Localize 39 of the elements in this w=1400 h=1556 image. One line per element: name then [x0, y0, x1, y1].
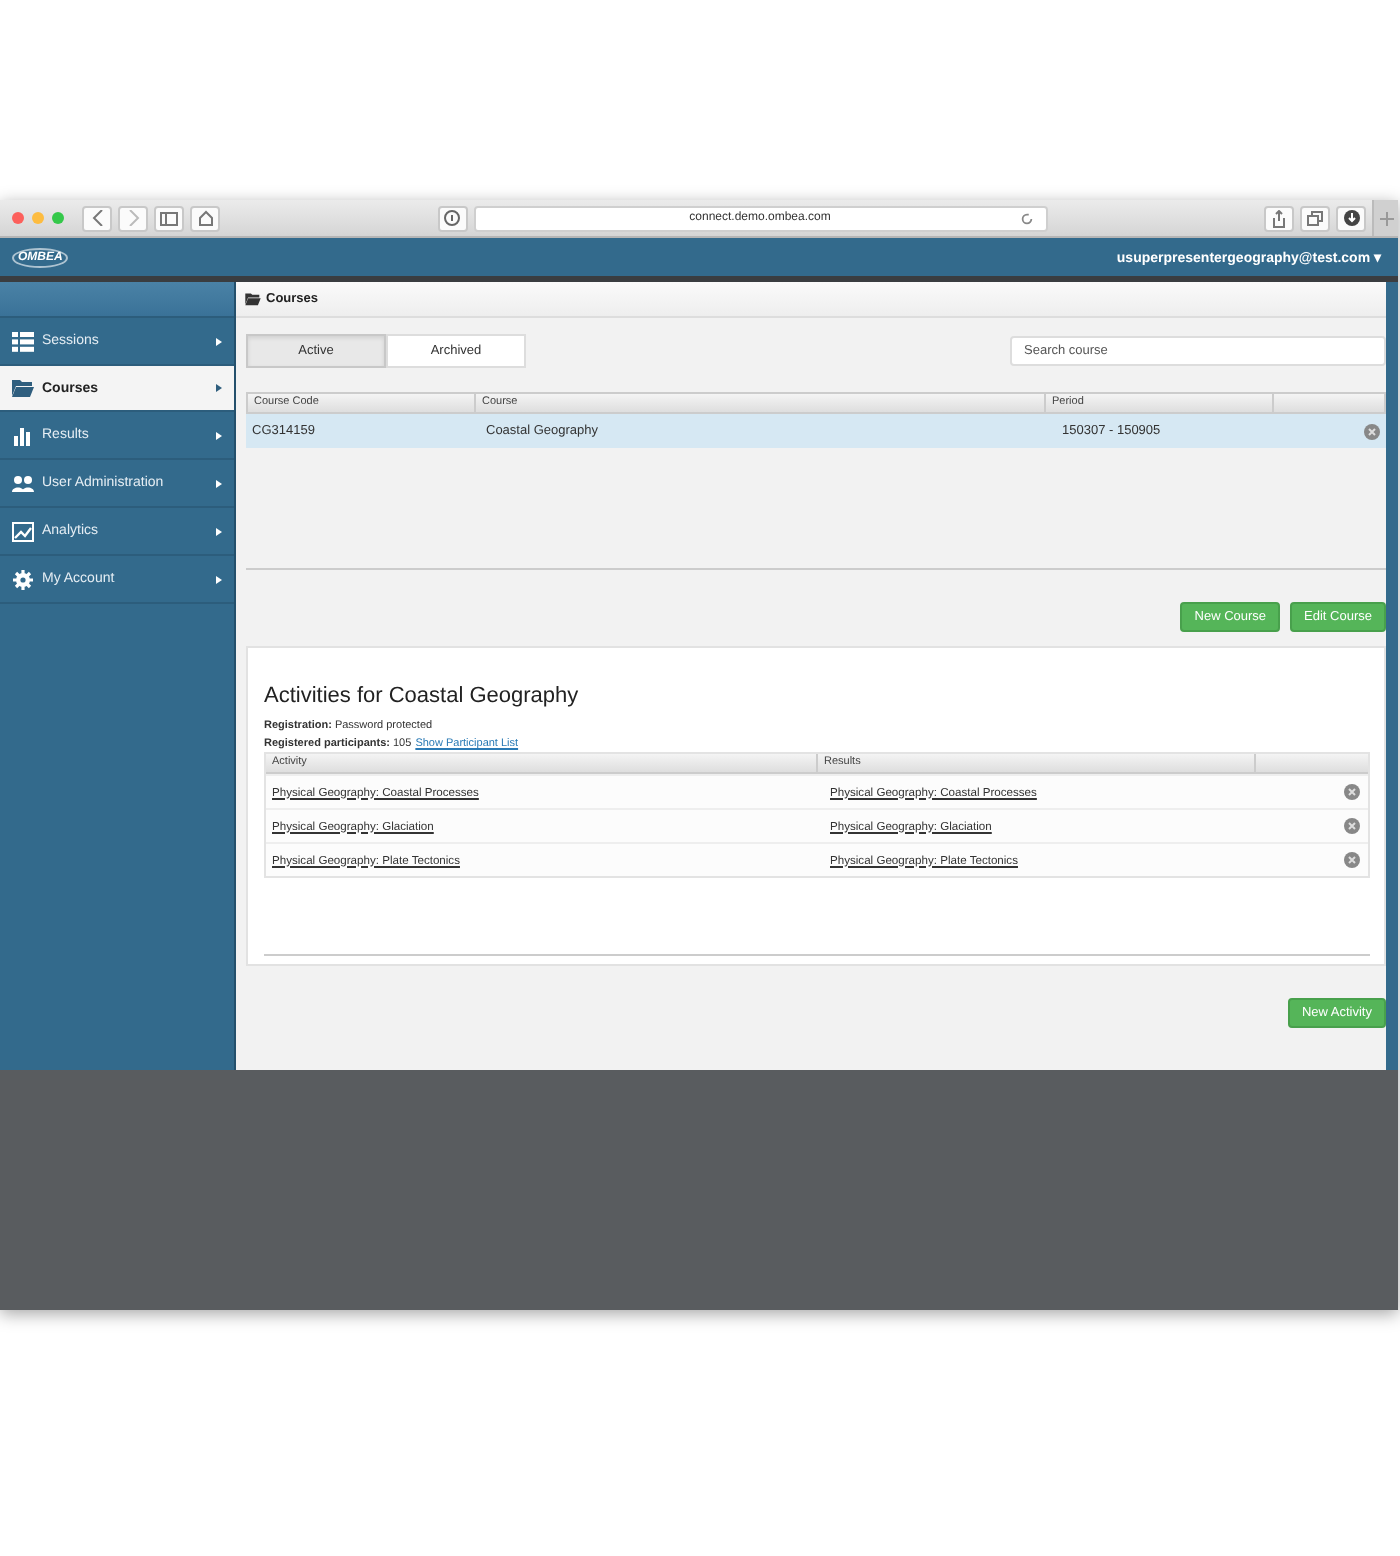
forward-icon — [127, 210, 139, 226]
home-icon — [197, 210, 213, 226]
reload-icon — [1019, 211, 1033, 225]
sidebar-icon — [160, 211, 178, 225]
remove-icon[interactable] — [1344, 784, 1360, 800]
users-icon — [12, 473, 34, 493]
folder-icon — [244, 292, 262, 306]
download-icon — [1343, 210, 1359, 226]
folder-icon — [12, 378, 34, 398]
list-icon — [12, 331, 34, 351]
bars-icon — [12, 425, 34, 445]
caret-icon — [216, 527, 222, 535]
info-icon — [444, 210, 460, 226]
download-button[interactable] — [1336, 205, 1366, 231]
caret-icon — [216, 575, 222, 583]
sidebar-button[interactable] — [154, 205, 184, 231]
forward-button[interactable] — [118, 205, 148, 231]
card-title: Activities for Coastal Geography — [264, 684, 581, 708]
caret-icon — [216, 479, 222, 487]
share-button[interactable] — [1264, 205, 1294, 231]
home-button[interactable] — [190, 205, 220, 231]
back-button[interactable] — [82, 205, 112, 231]
zoom-dot[interactable] — [52, 212, 64, 224]
share-icon — [1272, 209, 1286, 227]
tabs-icon — [1306, 210, 1324, 226]
remove-icon[interactable] — [1344, 818, 1360, 834]
tabs-button[interactable] — [1300, 205, 1330, 231]
privacy-button[interactable] — [437, 205, 467, 231]
chart-icon — [12, 521, 34, 541]
plus-icon — [1379, 211, 1393, 225]
gear-icon — [12, 569, 34, 589]
close-dot[interactable] — [12, 212, 24, 224]
back-icon — [91, 210, 103, 226]
caret-icon — [216, 431, 222, 439]
remove-icon[interactable] — [1364, 423, 1380, 439]
caret-icon — [216, 384, 222, 392]
remove-icon[interactable] — [1344, 852, 1360, 868]
caret-icon — [216, 337, 222, 345]
minimize-dot[interactable] — [32, 212, 44, 224]
